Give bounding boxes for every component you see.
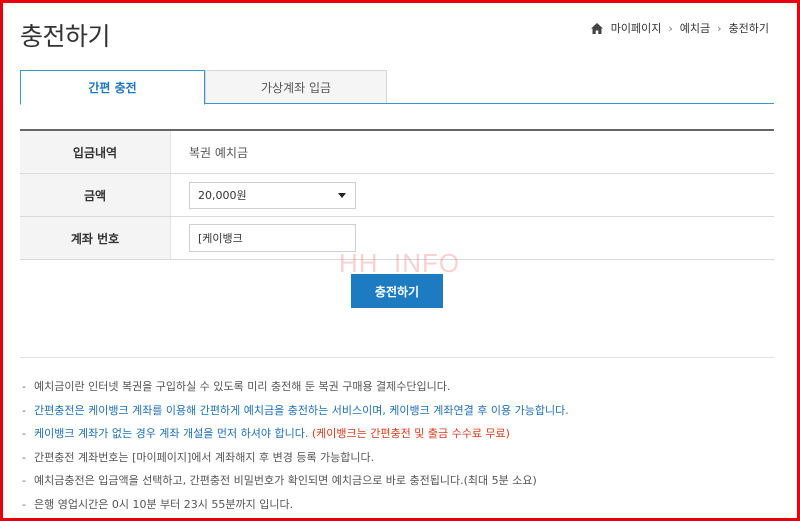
list-item: - 은행 영업시간은 0시 10분 부터 23시 55분까지 입니다. — [22, 497, 294, 511]
tab-virtual-account[interactable]: 가상계좌 입금 — [205, 70, 387, 103]
form-label: 계좌 번호 — [20, 217, 171, 259]
breadcrumb-item-charge: 충전하기 — [728, 22, 769, 35]
list-item: - 간편충전은 케이뱅크 계좌를 이용해 간편하게 예치금을 충전하는 서비스이며… — [22, 403, 569, 417]
form-row-deposit-type: 입금내역 복권 예치금 — [20, 131, 774, 174]
charge-button[interactable]: 충전하기 — [351, 274, 443, 308]
list-item: - 예치금이란 인터넷 복권을 구입하실 수 있도록 미리 충전해 둔 복권 구매… — [22, 380, 451, 393]
account-number-field[interactable]: [케이뱅크 — [189, 224, 356, 252]
divider — [20, 357, 774, 358]
deposit-type-value: 복권 예치금 — [189, 145, 249, 160]
notice-list: - 예치금이란 인터넷 복권을 구입하실 수 있도록 미리 충전해 둔 복권 구매… — [22, 380, 782, 518]
tab-easy-charge[interactable]: 간편 충전 — [20, 70, 205, 105]
charge-form: 입금내역 복권 예치금 금액 20,000원 계좌 번호 [케이뱅크 — [20, 129, 774, 260]
breadcrumb-item-deposit[interactable]: 예치금 — [680, 20, 710, 36]
tab-bar: 간편 충전 가상계좌 입금 — [20, 70, 774, 105]
breadcrumb: 마이페이지 › 예치금 › 충전하기 — [590, 20, 769, 36]
amount-select-value: 20,000원 — [198, 189, 247, 202]
form-row-amount: 금액 20,000원 — [20, 174, 774, 217]
chevron-right-icon: › — [717, 21, 722, 35]
page-title: 충전하기 — [20, 22, 111, 51]
home-icon[interactable] — [590, 22, 603, 34]
list-item: - 예치금충전은 입금액을 선택하고, 간편충전 비밀번호가 확인되면 예치금으로… — [22, 474, 537, 487]
screenshot-frame: 충전하기 마이페이지 › 예치금 › 충전하기 간편 충전 가상계좌 입금 입금… — [0, 0, 800, 521]
amount-select[interactable]: 20,000원 — [189, 181, 356, 209]
form-label: 금액 — [20, 174, 171, 216]
breadcrumb-item-mypage[interactable]: 마이페이지 — [611, 20, 662, 36]
list-item: - 간편충전 계좌번호는 [마이페이지]에서 계좌해지 후 변경 등록 가능합니다… — [22, 450, 375, 464]
list-item: - 케이뱅크 계좌가 없는 경우 계좌 개설을 먼저 하셔야 합니다. (케이뱅크… — [22, 427, 510, 440]
dropdown-arrow-icon — [338, 192, 346, 198]
form-label: 입금내역 — [20, 131, 171, 173]
chevron-right-icon: › — [668, 21, 673, 35]
